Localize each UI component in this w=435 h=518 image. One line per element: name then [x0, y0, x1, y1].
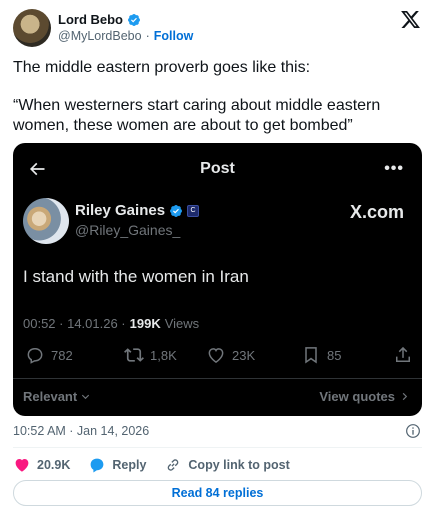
reply-bubble-icon: [27, 348, 43, 364]
embedded-author-name: Riley Gaines: [75, 202, 166, 219]
embedded-bookmark-action: 85: [301, 345, 341, 365]
attached-screenshot[interactable]: Post ••• Riley Gaines C @Riley_Gaines_ X…: [13, 143, 422, 416]
x-com-watermark: X.com: [349, 202, 404, 222]
copy-link-button[interactable]: Copy link to post: [164, 456, 290, 474]
read-replies-button[interactable]: Read 84 replies: [13, 480, 422, 506]
reply-label: Reply: [112, 458, 147, 472]
embedded-bookmark-count: 85: [327, 347, 342, 363]
author-name[interactable]: Lord Bebo: [58, 12, 123, 27]
chevron-down-icon: [82, 394, 90, 400]
author-handle-row: @MyLordBebo · Follow: [58, 29, 193, 43]
more-options-icon: •••: [384, 160, 404, 177]
heart-outline-icon: [208, 348, 224, 363]
tweet-text-line1: The middle eastern proverb goes like thi…: [13, 59, 311, 76]
chevron-right-icon: [402, 392, 408, 401]
view-quotes-text: View quotes: [319, 389, 395, 404]
embedded-author-handle: @Riley_Gaines_: [75, 222, 181, 238]
embedded-verified-badge-icon: [170, 204, 183, 217]
relevant-sort-label: Relevant: [23, 389, 91, 404]
embedded-views-count: 199K: [129, 316, 161, 331]
embedded-repost-action: 1,8K: [124, 345, 177, 365]
heart-filled-icon: [15, 459, 29, 472]
embedded-repost-count: 1,8K: [150, 347, 177, 363]
link-icon: [168, 459, 179, 471]
affiliate-badge-icon: C: [187, 204, 200, 217]
footer-divider: [13, 447, 422, 448]
author-handle[interactable]: @MyLordBebo: [58, 29, 142, 43]
verified-badge-icon: [128, 13, 140, 26]
embedded-author-avatar: [23, 198, 69, 244]
share-icon: [396, 346, 410, 362]
relevant-label-text: Relevant: [23, 389, 78, 404]
embedded-divider: [13, 378, 422, 379]
reply-button[interactable]: Reply: [88, 456, 146, 474]
embedded-tweet-card: Lord Bebo @MyLordBebo · Follow The middl…: [0, 0, 435, 518]
embedded-post-meta: 00:52 · 14.01.26 · 199K Views: [23, 316, 199, 331]
repost-icon: [124, 348, 144, 362]
like-count: 20.9K: [37, 458, 71, 472]
tweet-text-quote: “When westerners start caring about midd…: [13, 97, 381, 134]
tweet-timestamp[interactable]: 10:52 AM · Jan 14, 2026: [13, 424, 149, 438]
embedded-post-time: 00:52 · 14.01.26 ·: [23, 316, 126, 331]
separator-dot: ·: [145, 29, 150, 43]
embedded-like-count: 23K: [232, 347, 256, 363]
post-header-title: Post: [200, 160, 235, 177]
embedded-views-label: Views: [164, 316, 200, 331]
reply-bubble-filled-icon: [90, 458, 104, 473]
bookmark-icon: [305, 347, 317, 364]
embedded-like-action: 23K: [206, 345, 255, 365]
x-logo-icon[interactable]: [400, 9, 421, 30]
embedded-post-text: I stand with the women in Iran: [23, 267, 249, 286]
embedded-reply-action: 782: [25, 345, 73, 365]
author-name-row: Lord Bebo: [58, 12, 141, 27]
follow-button[interactable]: Follow: [154, 29, 194, 43]
embedded-action-bar: 782 1,8K 23K 85: [21, 345, 414, 367]
embedded-reply-count: 782: [51, 347, 73, 363]
view-quotes-label: View quotes: [319, 389, 410, 404]
copy-link-label: Copy link to post: [188, 458, 290, 472]
author-avatar[interactable]: [13, 9, 51, 47]
info-icon[interactable]: [405, 423, 421, 439]
embedded-share-action: [393, 345, 413, 365]
embedded-author-name-row: Riley Gaines C: [75, 202, 200, 219]
tweet-action-bar: 20.9K Reply Copy link to post: [13, 456, 308, 474]
like-button[interactable]: 20.9K: [13, 456, 70, 474]
